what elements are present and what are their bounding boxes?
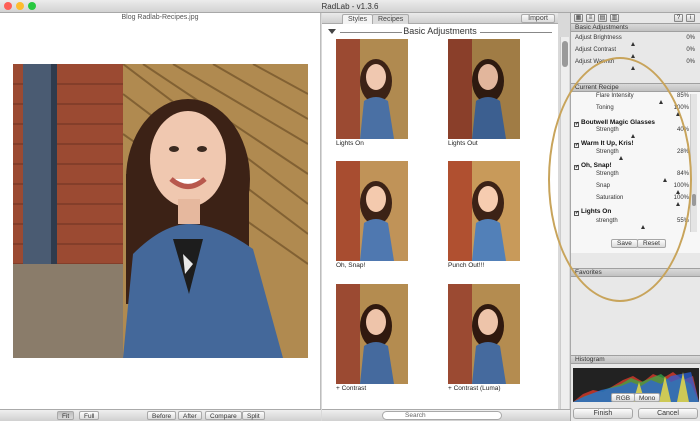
style-thumbnail[interactable]: Lights On — [336, 39, 408, 147]
thumbnail-caption: Lights On — [336, 140, 364, 147]
slider-handle[interactable] — [631, 134, 635, 138]
thumbnail-caption: Oh, Snap! — [336, 262, 366, 269]
styles-scrollbar[interactable] — [560, 37, 569, 409]
recipe-style-item[interactable]: ✓ Oh, Snap! — [574, 162, 612, 170]
help-icon[interactable]: ? — [674, 14, 683, 22]
grid-view-icon[interactable]: ▦ — [574, 14, 583, 22]
full-button[interactable]: Full — [79, 411, 100, 420]
after-button[interactable]: After — [178, 411, 202, 420]
slider-handle[interactable] — [631, 54, 635, 58]
import-button[interactable]: Import — [521, 14, 555, 23]
current-recipe-header[interactable]: Current Recipe — [571, 83, 700, 92]
favorites-header[interactable]: Favorites — [571, 268, 700, 277]
styles-section-header[interactable]: Basic Adjustments — [322, 25, 558, 39]
checkbox-checked-icon[interactable]: ✓ — [574, 143, 579, 148]
style-thumbnail[interactable]: Oh, Snap! — [336, 161, 408, 269]
search-label: Search — [405, 412, 426, 419]
slider-handle[interactable] — [631, 66, 635, 70]
reset-recipe-button[interactable]: Reset — [637, 239, 666, 248]
compare-button[interactable]: Compare — [205, 411, 242, 420]
recipe-style-item[interactable]: ✓ Boutwell Magic Glasses — [574, 119, 655, 127]
scrollbar-thumb[interactable] — [562, 41, 568, 67]
recipe-style-item[interactable]: ✓ Warm It Up, Kris! — [574, 140, 634, 148]
search-field[interactable]: Search — [382, 411, 502, 420]
split-button[interactable]: Split — [242, 411, 265, 420]
cancel-button[interactable]: Cancel — [638, 408, 698, 419]
thumbnail-caption: + Contrast — [336, 385, 367, 392]
window-title: RadLab - v1.3.6 — [321, 2, 379, 11]
thumbnail-caption: Punch Out!!! — [448, 262, 485, 269]
image-view-toolbar: Fit Full Before After Compare Split — [0, 409, 321, 421]
scrollbar-thumb[interactable] — [692, 194, 696, 206]
finish-button[interactable]: Finish — [573, 408, 633, 419]
style-thumbnail[interactable]: + Contrast — [336, 284, 408, 392]
checkbox-checked-icon[interactable]: ✓ — [574, 122, 579, 127]
layers-icon[interactable]: ▤ — [598, 14, 607, 22]
list-view-icon[interactable]: ≡ — [586, 14, 595, 22]
style-thumbnail[interactable]: Lights Out — [448, 39, 520, 147]
panel-icon-row: ▦ ≡ ▤ ▥ ? i — [571, 13, 700, 23]
info-icon[interactable]: i — [686, 14, 695, 22]
styles-tab-bar: Styles Recipes Import — [322, 13, 558, 24]
histogram-rgb-button[interactable]: RGB — [611, 393, 636, 402]
style-thumbnail[interactable]: + Contrast (Luma) — [448, 284, 520, 392]
adjust-warmth-slider[interactable]: Adjust Warmth 0% — [571, 59, 697, 72]
histogram-mono-button[interactable]: Mono — [634, 393, 661, 402]
slider-handle[interactable] — [619, 156, 623, 160]
bars-icon[interactable]: ▥ — [610, 14, 619, 22]
section-title: Basic Adjustments — [403, 26, 477, 36]
adjustments-panel: ▦ ≡ ▤ ▥ ? i Basic Adjustments Adjust Bri… — [570, 13, 700, 421]
current-recipe-list: Flare Intensity 85% Toning 100% ✓ Boutwel… — [571, 92, 700, 253]
slider-handle[interactable] — [676, 112, 680, 116]
title-bar: RadLab - v1.3.6 — [0, 0, 700, 13]
styles-pane: Styles Recipes Import Basic Adjustments … — [322, 13, 569, 409]
thumbnail-caption: + Contrast (Luma) — [448, 385, 501, 392]
image-filename: Blog Radlab-Recipes.jpg — [121, 14, 199, 21]
slider-handle[interactable] — [659, 100, 663, 104]
recipe-scrollbar[interactable] — [690, 94, 697, 232]
save-recipe-button[interactable]: Save — [611, 239, 638, 248]
image-preview-pane: Blog Radlab-Recipes.jpg — [0, 13, 321, 409]
before-button[interactable]: Before — [147, 411, 177, 420]
styles-bottom-bar: Search — [322, 409, 572, 421]
style-thumbnail[interactable]: Punch Out!!! — [448, 161, 520, 269]
recipe-style-item[interactable]: ✓ Lights On — [574, 208, 611, 216]
preview-photo — [13, 64, 308, 358]
slider-handle[interactable] — [676, 202, 680, 206]
dialog-actions: Finish Cancel — [571, 406, 700, 421]
checkbox-checked-icon[interactable]: ✓ — [574, 165, 579, 170]
basic-adjustments-header[interactable]: Basic Adjustments — [571, 23, 700, 32]
checkbox-checked-icon[interactable]: ✓ — [574, 211, 579, 216]
fit-button[interactable]: Fit — [57, 411, 75, 420]
slider-handle[interactable] — [676, 190, 680, 194]
slider-handle[interactable] — [631, 42, 635, 46]
slider-handle[interactable] — [663, 178, 667, 182]
tab-recipes[interactable]: Recipes — [372, 14, 410, 24]
histogram-header[interactable]: Histogram — [571, 355, 700, 364]
thumbnail-caption: Lights Out — [448, 140, 478, 147]
slider-handle[interactable] — [641, 225, 645, 229]
tab-styles[interactable]: Styles — [342, 14, 374, 24]
